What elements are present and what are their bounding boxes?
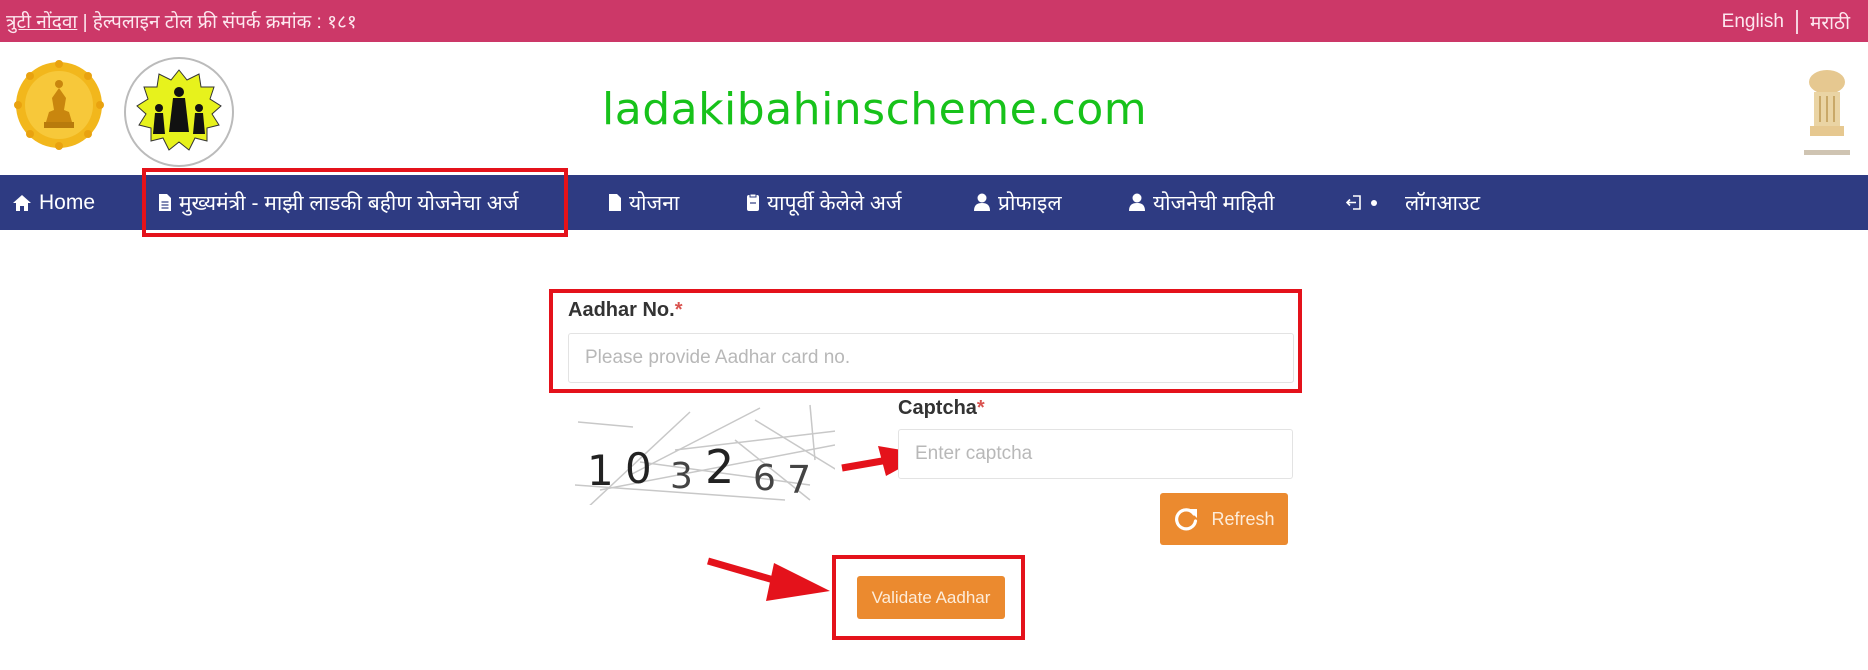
nav-label: यापूर्वी केलेले अर्ज bbox=[767, 191, 902, 215]
captcha-label: Captcha* bbox=[898, 397, 985, 419]
captcha-digit: 6 bbox=[753, 458, 776, 499]
user-icon bbox=[974, 193, 990, 211]
validate-label: Validate Aadhar bbox=[871, 587, 991, 607]
language-switcher: English मराठी bbox=[1722, 9, 1850, 35]
annotation-arrow-validate bbox=[707, 557, 830, 601]
aadhar-label: Aadhar No.* bbox=[568, 299, 683, 321]
captcha-digit: 0 bbox=[625, 444, 652, 493]
aadhar-input[interactable] bbox=[568, 333, 1294, 383]
helpline-text: | हेल्पलाइन टोल फ्री संपर्क क्रमांक : १८… bbox=[77, 12, 357, 33]
nav-label: योजना bbox=[629, 191, 680, 215]
nav-item-profile[interactable]: प्रोफाइल bbox=[973, 175, 1062, 230]
logout-icon bbox=[1346, 195, 1377, 210]
maharashtra-emblem-logo bbox=[14, 60, 104, 150]
document-icon bbox=[609, 194, 621, 211]
report-error-link[interactable]: त्रुटी नोंदवा bbox=[6, 12, 77, 33]
refresh-label: Refresh bbox=[1211, 508, 1275, 529]
nav-label: लॉगआउट bbox=[1405, 191, 1481, 215]
nav-item-home[interactable]: Home bbox=[12, 175, 95, 230]
captcha-digit: 3 bbox=[670, 456, 693, 497]
lang-marathi-link[interactable]: मराठी bbox=[1810, 9, 1850, 35]
captcha-digit: 7 bbox=[787, 458, 811, 502]
top-bar: त्रुटी नोंदवा | हेल्पलाइन टोल फ्री संपर्… bbox=[0, 0, 1868, 42]
required-mark: * bbox=[674, 299, 683, 321]
nav-label: Home bbox=[39, 190, 96, 214]
captcha-digit: 2 bbox=[705, 440, 734, 494]
captcha-digit: 1 bbox=[587, 446, 614, 495]
nav-item-previous-applications[interactable]: यापूर्वी केलेले अर्ज bbox=[746, 175, 902, 230]
home-icon bbox=[13, 194, 31, 211]
user-icon bbox=[1129, 193, 1145, 211]
top-bar-left: त्रुटी नोंदवा | हेल्पलाइन टोल फ्री संपर्… bbox=[6, 8, 357, 34]
nav-label: योजनेची माहिती bbox=[1153, 191, 1275, 215]
captcha-input[interactable] bbox=[898, 429, 1293, 479]
required-mark: * bbox=[976, 397, 985, 419]
refresh-captcha-button[interactable]: Refresh bbox=[1160, 493, 1288, 545]
page: त्रुटी नोंदवा | हेल्पलाइन टोल फ्री संपर्… bbox=[0, 0, 1868, 670]
validate-aadhar-button[interactable]: Validate Aadhar bbox=[857, 576, 1005, 619]
nav-item-logout[interactable]: लॉगआउट bbox=[1346, 175, 1480, 230]
nav-item-schemes[interactable]: योजना bbox=[608, 175, 679, 230]
document-icon bbox=[159, 194, 171, 211]
nav-item-scheme-info[interactable]: योजनेची माहिती bbox=[1128, 175, 1274, 230]
refresh-icon bbox=[1175, 508, 1198, 531]
national-emblem-logo bbox=[1804, 70, 1850, 155]
lang-divider bbox=[1795, 10, 1798, 34]
lang-english-link[interactable]: English bbox=[1722, 11, 1784, 33]
clipboard-icon bbox=[747, 193, 759, 211]
captcha-image: 1 0 3 2 6 7 bbox=[575, 404, 835, 505]
nav-label: मुख्यमंत्री - माझी लाडकी बहीण योजनेचा अर… bbox=[179, 191, 519, 215]
nav-item-application[interactable]: मुख्यमंत्री - माझी लाडकी बहीण योजनेचा अर… bbox=[158, 175, 518, 230]
brand-watermark-text: ladakibahinscheme.com bbox=[602, 84, 1148, 135]
women-child-development-logo bbox=[124, 57, 234, 167]
header: ladakibahinscheme.com bbox=[0, 42, 1868, 175]
main-nav: Home मुख्यमंत्री - माझी लाडकी बहीण योजने… bbox=[0, 175, 1868, 230]
nav-label: प्रोफाइल bbox=[998, 191, 1062, 215]
